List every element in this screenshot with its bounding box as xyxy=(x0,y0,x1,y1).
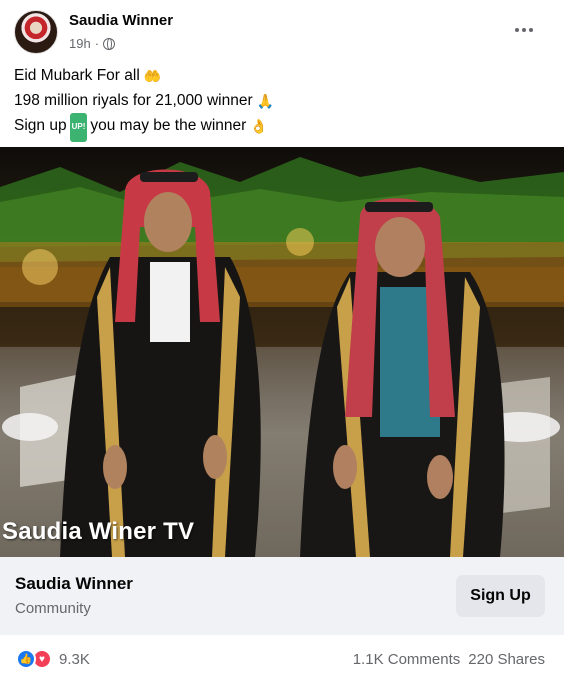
ok-hand-emoji: 👌 xyxy=(250,118,268,134)
post-photo-illustration xyxy=(0,157,564,557)
up-badge-emoji: UP! xyxy=(69,113,88,142)
cta-page-name[interactable]: Saudia Winner xyxy=(15,574,133,594)
post-header: Saudia Winner 19h · xyxy=(0,0,564,60)
raising-hands-emoji: 🤲 xyxy=(143,68,162,84)
author-name[interactable]: Saudia Winner xyxy=(69,12,173,29)
globe-icon xyxy=(103,37,116,50)
sign-up-button[interactable]: Sign Up xyxy=(456,575,545,617)
post-line-3: Sign up UP! you may be the winner 👌 xyxy=(14,113,274,142)
post-text: Eid Mubark For all 🤲 198 million riyals f… xyxy=(14,64,274,142)
page-cta-bar: Saudia Winner Community Sign Up xyxy=(0,557,564,635)
image-watermark: Saudia Winer TV xyxy=(2,518,195,545)
shares-count[interactable]: 220 Shares xyxy=(468,651,545,668)
more-options-icon[interactable] xyxy=(510,18,538,42)
post-line-1: Eid Mubark For all 🤲 xyxy=(14,67,162,84)
reactions-summary[interactable]: 👍 ♥ 9.3K xyxy=(16,649,90,669)
cta-page-category: Community xyxy=(15,600,91,617)
reaction-count[interactable]: 9.3K xyxy=(59,651,90,668)
post-line-2: 198 million riyals for 21,000 winner 🙏 xyxy=(14,91,275,109)
author-avatar[interactable] xyxy=(14,10,58,54)
post-time[interactable]: 19h xyxy=(69,36,91,51)
post-stats: 👍 ♥ 9.3K 1.1K Comments 220 Shares xyxy=(0,640,564,679)
post-image[interactable]: Saudia Winer TV xyxy=(0,147,564,557)
like-icon: 👍 xyxy=(16,649,36,669)
post-meta: 19h · xyxy=(69,36,116,51)
folded-hands-emoji: 🙏 xyxy=(256,92,275,109)
engagement-counts: 1.1K Comments 220 Shares xyxy=(353,651,545,668)
comments-count[interactable]: 1.1K Comments xyxy=(353,651,461,668)
